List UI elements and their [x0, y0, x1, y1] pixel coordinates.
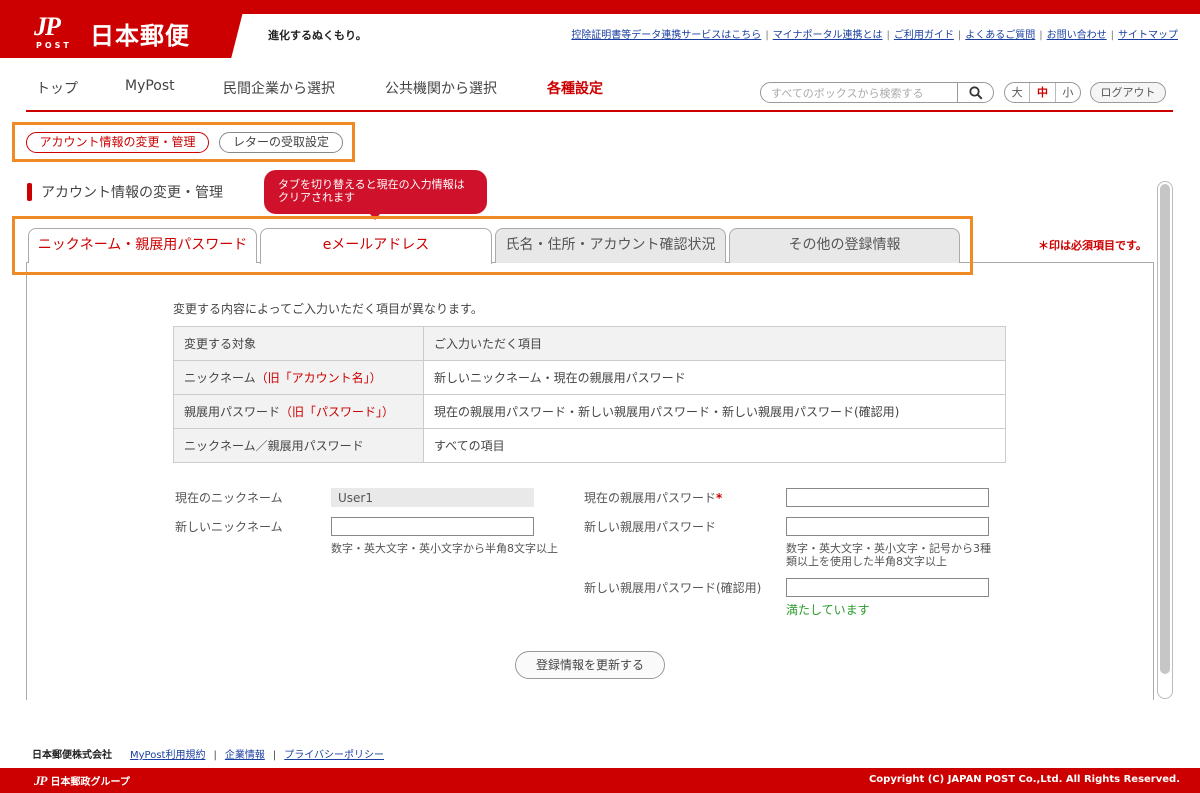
new-password-field[interactable]	[786, 517, 989, 536]
current-password-field[interactable]	[786, 488, 989, 507]
new-nickname-hint: 数字・英大文字・英小文字から半角8文字以上	[331, 542, 558, 555]
tagline: 進化するぬくもり。	[268, 29, 367, 42]
table-cell-target: ニックネーム（旧「アカウント名」）	[173, 360, 424, 395]
footer-company-name: 日本郵便株式会社	[32, 750, 112, 761]
footer-link-privacy[interactable]: プライバシーポリシー	[284, 750, 384, 761]
logout-button[interactable]: ログアウト	[1090, 82, 1166, 103]
target-name: ニックネーム	[184, 371, 256, 385]
util-link-sitemap[interactable]: サイトマップ	[1118, 30, 1178, 41]
new-password-label: 新しい親展用パスワード	[584, 520, 717, 534]
intro-text: 変更する内容によってご入力いただく項目が異なります。	[173, 302, 483, 316]
util-link-mynaportal[interactable]: マイナポータル連携とは	[773, 30, 883, 41]
nav-item-mypost[interactable]: MyPost	[125, 78, 175, 94]
util-link-deduction[interactable]: 控除証明書等データ連携サービスはこちら	[571, 30, 761, 41]
jp-post-logo-icon: JP	[34, 12, 61, 41]
nav-item-public-institutions[interactable]: 公共機関から選択	[385, 78, 497, 98]
target-note: （旧「パスワード」）	[280, 405, 395, 419]
confirm-password-status: 満たしています	[786, 603, 870, 617]
highlight-frame-tabs	[12, 216, 973, 275]
table-row: ニックネーム／親展用パスワード すべての項目	[173, 428, 1006, 463]
table-header-row: 変更する対象 ご入力いただく項目	[173, 326, 1006, 361]
separator: |	[213, 750, 217, 761]
table-cell-items: 現在の親展用パスワード・新しい親展用パスワード・新しい親展用パスワード(確認用)	[423, 394, 1006, 429]
table-header-target: 変更する対象	[173, 326, 424, 361]
footer-group-name: 日本郵政グループ	[50, 777, 130, 788]
scrollbar[interactable]	[1157, 181, 1173, 699]
table-row: ニックネーム（旧「アカウント名」） 新しいニックネーム・現在の親展用パスワード	[173, 360, 1006, 395]
logo-name: 日本郵便	[90, 22, 190, 50]
separator: |	[957, 30, 962, 41]
search-icon	[968, 85, 983, 100]
separator: |	[886, 30, 890, 41]
new-nickname-label: 新しいニックネーム	[175, 520, 283, 534]
nav-item-settings[interactable]: 各種設定	[547, 78, 603, 98]
search-input[interactable]	[771, 85, 951, 101]
target-note: （旧「アカウント名」）	[255, 371, 382, 385]
font-size-switcher: 大 中 小	[1004, 82, 1081, 103]
table-row: 親展用パスワード（旧「パスワード」） 現在の親展用パスワード・新しい親展用パスワ…	[173, 394, 1006, 429]
current-password-label-wrap: 現在の親展用パスワード*	[584, 489, 722, 506]
new-password-hint-line1: 数字・英大文字・英小文字・記号から3種	[786, 542, 991, 555]
table-header-items: ご入力いただく項目	[423, 326, 1006, 361]
separator: |	[765, 30, 769, 41]
footer-link-terms[interactable]: MyPost利用規約	[130, 750, 205, 761]
util-link-guide[interactable]: ご利用ガイド	[894, 30, 954, 41]
footer-group-logo: JP 日本郵政グループ	[34, 773, 130, 789]
target-name: 親展用パスワード	[184, 405, 281, 419]
footer-bar: JP 日本郵政グループ Copyright (C) JAPAN POST Co.,…	[0, 768, 1200, 793]
table-cell-items: 新しいニックネーム・現在の親展用パスワード	[423, 360, 1006, 395]
util-link-faq[interactable]: よくあるご質問	[965, 30, 1035, 41]
font-size-small[interactable]: 小	[1054, 83, 1080, 102]
tab-email-address[interactable]: eメールアドレス	[260, 228, 492, 264]
confirm-password-field[interactable]	[786, 578, 989, 597]
font-size-medium[interactable]: 中	[1029, 83, 1054, 102]
change-target-table: 変更する対象 ご入力いただく項目 ニックネーム（旧「アカウント名」） 新しいニッ…	[173, 326, 1006, 463]
section-title: アカウント情報の変更・管理	[41, 185, 223, 201]
font-size-large[interactable]: 大	[1005, 83, 1029, 102]
utility-links: 控除証明書等データ連携サービスはこちら | マイナポータル連携とは | ご利用ガイド | よ…	[571, 26, 1178, 41]
update-registration-button[interactable]: 登録情報を更新する	[515, 651, 665, 679]
footer-link-corporate[interactable]: 企業情報	[225, 750, 265, 761]
copyright: Copyright (C) JAPAN POST Co.,Ltd. All Ri…	[868, 774, 1180, 785]
new-password-hint-line2: 類以上を使用した半角8文字以上	[786, 555, 947, 568]
current-nickname-label: 現在のニックネーム	[175, 491, 283, 505]
separator: |	[1039, 30, 1043, 41]
separator: |	[1110, 30, 1114, 41]
required-mark: *	[716, 491, 723, 505]
subnav-letter-settings[interactable]: レターの受取設定	[219, 132, 343, 153]
confirm-password-label: 新しい親展用パスワード(確認用)	[584, 581, 762, 595]
logo-post-text: POST	[36, 41, 72, 50]
table-cell-target: ニックネーム／親展用パスワード	[173, 428, 424, 463]
table-cell-items: すべての項目	[423, 428, 1006, 463]
footer-links: 日本郵便株式会社 MyPost利用規約 | 企業情報 | プライバシーポリシー	[32, 746, 384, 761]
search-button[interactable]	[957, 82, 993, 103]
current-password-label: 現在の親展用パスワード	[584, 491, 717, 505]
required-note: ＊印は必須項目です。	[1038, 239, 1147, 252]
nav-underline	[26, 110, 1173, 112]
tab-switch-tooltip: タブを切り替えると現在の入力情報はクリアされます	[264, 170, 487, 214]
nav-item-top[interactable]: トップ	[36, 78, 78, 98]
table-cell-target: 親展用パスワード（旧「パスワード」）	[173, 394, 424, 429]
jp-group-logo-icon: JP	[34, 773, 47, 788]
section-marker	[27, 183, 32, 201]
new-nickname-field[interactable]	[331, 517, 534, 536]
logo[interactable]: JP POST 日本郵便	[0, 0, 246, 58]
page: JP POST 日本郵便 進化するぬくもり。 控除証明書等データ連携サービスはこ…	[0, 0, 1200, 793]
target-name: ニックネーム／親展用パスワード	[184, 439, 364, 453]
current-nickname-field	[331, 488, 534, 507]
subnav-account-management[interactable]: アカウント情報の変更・管理	[26, 132, 209, 153]
util-link-contact[interactable]: お問い合わせ	[1047, 30, 1107, 41]
separator: |	[272, 750, 277, 761]
nav-item-private-companies[interactable]: 民間企業から選択	[223, 78, 335, 98]
scrollbar-thumb[interactable]	[1160, 184, 1170, 674]
search-box	[760, 82, 994, 103]
